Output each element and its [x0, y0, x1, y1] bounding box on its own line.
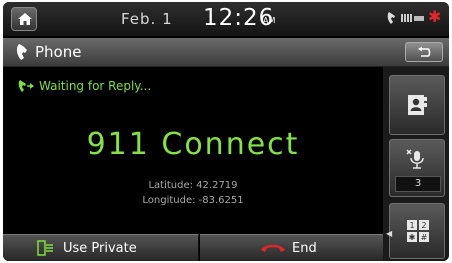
status-bar: Feb. 1 12:26 AM ✱ — [3, 2, 449, 36]
private-handset-icon — [37, 240, 53, 256]
home-icon — [18, 13, 32, 25]
call-info-panel: Waiting for Reply... 911 Connect Latitud… — [3, 67, 383, 234]
mic-mute-button[interactable]: 3 — [389, 139, 445, 197]
svg-text:1: 1 — [409, 221, 414, 230]
side-panel: 3 ◀ 1 2 ✱ # — [383, 67, 449, 261]
keypad-icon: 1 2 ✱ # — [407, 220, 429, 242]
longitude-readout: Longitude: -83.6251 — [142, 195, 244, 206]
date-label: Feb. 1 — [121, 10, 173, 28]
home-button[interactable] — [11, 7, 37, 31]
title-bar: Phone — [3, 38, 449, 67]
svg-text:2: 2 — [421, 221, 426, 230]
call-status: Waiting for Reply... — [39, 79, 152, 93]
use-private-button[interactable]: Use Private — [3, 234, 199, 261]
latitude-readout: Latitude: 42.2719 — [148, 180, 238, 191]
page-title: Phone — [35, 43, 82, 61]
phone-handset-icon — [16, 44, 27, 60]
head-unit-screen: Feb. 1 12:26 AM ✱ Phone Waiting for Repl… — [3, 2, 449, 261]
svg-text:✱: ✱ — [409, 233, 416, 242]
signal-strength-icon — [401, 14, 424, 22]
back-arrow-icon — [418, 46, 431, 57]
callee-name: 911 Connect — [86, 127, 300, 162]
keypad-button[interactable]: ◀ 1 2 ✱ # — [386, 203, 445, 259]
end-call-button[interactable]: End — [200, 234, 383, 261]
phone-status-icon — [387, 12, 395, 24]
clock-ampm: AM — [263, 16, 276, 25]
bluetooth-icon: ✱ — [428, 7, 442, 26]
mute-level-indicator: 3 — [395, 176, 441, 192]
microphone-mute-icon — [406, 149, 424, 169]
end-call-label: End — [292, 241, 317, 256]
use-private-label: Use Private — [63, 241, 137, 256]
contacts-book-icon — [408, 95, 427, 115]
contacts-button[interactable] — [389, 75, 445, 135]
hang-up-icon — [261, 244, 285, 252]
expand-arrow-icon: ◀ — [386, 229, 393, 238]
outgoing-call-icon — [18, 80, 34, 92]
svg-text:#: # — [421, 233, 428, 242]
back-button[interactable] — [405, 42, 443, 62]
